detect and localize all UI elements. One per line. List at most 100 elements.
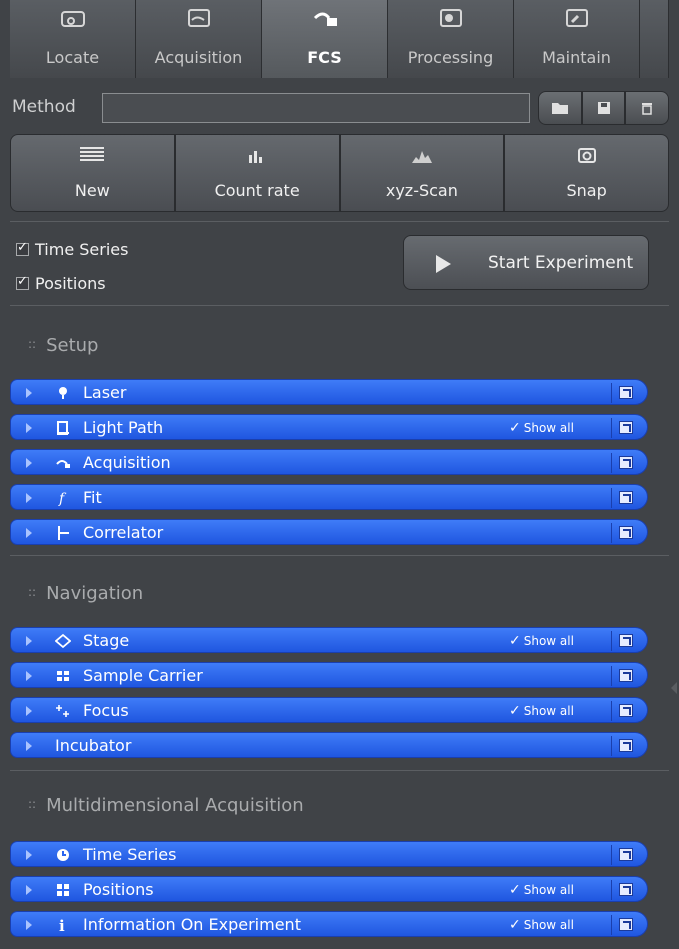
tool-row-label: Laser — [83, 383, 127, 402]
tool-row-laser[interactable]: Laser — [10, 379, 648, 405]
expand-arrow-icon[interactable] — [26, 850, 32, 860]
expand-arrow-icon[interactable] — [26, 458, 32, 468]
svg-text:f: f — [58, 491, 67, 506]
show-all-toggle[interactable]: ✓ Show all — [509, 420, 574, 436]
snap-icon — [577, 148, 596, 163]
correlator-icon — [58, 526, 69, 540]
show-all-toggle[interactable]: ✓ Show all — [509, 633, 574, 649]
row-separator — [611, 488, 612, 508]
fcs-icon — [313, 12, 337, 26]
tab-processing[interactable]: Processing — [388, 0, 514, 78]
positions-checkbox[interactable]: Positions — [16, 274, 106, 293]
show-all-toggle[interactable]: ✓ Show all — [509, 703, 574, 719]
undock-icon[interactable] — [619, 526, 633, 539]
snap-button-label: Snap — [566, 181, 607, 200]
undock-icon[interactable] — [619, 883, 633, 896]
expand-arrow-icon[interactable] — [26, 388, 32, 398]
processing-icon — [439, 9, 462, 27]
tool-row-label: Focus — [83, 701, 129, 720]
undock-icon[interactable] — [619, 634, 633, 647]
tool-row-label: Sample Carrier — [83, 666, 203, 685]
tool-row-label: Acquisition — [83, 453, 171, 472]
acquisition-row-icon — [56, 460, 70, 468]
positions-checkbox-label: Positions — [35, 274, 106, 293]
undock-icon[interactable] — [619, 848, 633, 861]
undock-icon[interactable] — [619, 456, 633, 469]
row-separator — [611, 418, 612, 438]
tab-fcs[interactable]: FCS — [262, 0, 388, 78]
undock-icon[interactable] — [619, 704, 633, 717]
tool-row-sample-carrier[interactable]: Sample Carrier — [10, 662, 648, 688]
tab-maintain[interactable]: Maintain — [514, 0, 640, 78]
undock-icon[interactable] — [619, 386, 633, 399]
open-method-button[interactable] — [538, 91, 582, 125]
tool-row-label: Light Path — [83, 418, 164, 437]
expand-arrow-icon[interactable] — [26, 741, 32, 751]
tool-row-light-path[interactable]: Light Path ✓ Show all — [10, 414, 648, 440]
tab-acquisition[interactable]: Acquisition — [136, 0, 262, 78]
tab-label: Locate — [45, 48, 100, 67]
tool-row-stage[interactable]: Stage ✓ Show all — [10, 627, 648, 653]
undock-icon[interactable] — [619, 421, 633, 434]
new-button-label: New — [74, 181, 110, 200]
tool-row-information-on-experiment[interactable]: i Information On Experiment ✓ Show all — [10, 911, 648, 937]
show-all-toggle[interactable]: ✓ Show all — [509, 882, 574, 898]
show-all-label: Show all — [523, 918, 574, 932]
undock-icon[interactable] — [619, 491, 633, 504]
row-separator — [611, 666, 612, 686]
tab-label: Acquisition — [154, 48, 243, 67]
save-method-button[interactable] — [581, 91, 626, 125]
new-button[interactable]: New — [10, 134, 175, 212]
delete-method-button[interactable] — [625, 91, 670, 125]
method-field[interactable] — [102, 93, 530, 123]
time-series-checkbox-label: Time Series — [35, 240, 129, 259]
start-experiment-button[interactable]: Start Experiment — [403, 235, 649, 290]
expand-arrow-icon[interactable] — [26, 528, 32, 538]
row-separator — [611, 736, 612, 756]
method-bar: Method — [10, 88, 670, 128]
start-experiment-label: Start Experiment — [488, 253, 634, 273]
xyz-scan-button[interactable]: xyz-Scan — [339, 134, 505, 212]
count-rate-button-label: Count rate — [214, 181, 300, 200]
checkbox-checked-icon — [16, 274, 29, 290]
snap-button[interactable]: Snap — [504, 134, 669, 212]
check-icon: ✓ — [509, 703, 521, 719]
tool-row-incubator[interactable]: Incubator — [10, 732, 648, 758]
tool-row-correlator[interactable]: Correlator — [10, 519, 648, 545]
acquisition-icon — [187, 9, 210, 27]
show-all-label: Show all — [523, 421, 574, 435]
expand-arrow-icon[interactable] — [26, 885, 32, 895]
section-setup-title: :: Setup — [28, 335, 99, 356]
show-all-toggle[interactable]: ✓ Show all — [509, 917, 574, 933]
undock-icon[interactable] — [619, 918, 633, 931]
time-series-checkbox[interactable]: Time Series — [16, 240, 128, 259]
row-separator — [611, 523, 612, 543]
expand-arrow-icon[interactable] — [26, 920, 32, 930]
undock-icon[interactable] — [619, 739, 633, 752]
save-icon — [597, 102, 610, 114]
expand-arrow-icon[interactable] — [26, 493, 32, 503]
tool-row-focus[interactable]: Focus ✓ Show all — [10, 697, 648, 723]
expand-arrow-icon[interactable] — [26, 636, 32, 646]
check-icon: ✓ — [509, 882, 521, 898]
check-icon: ✓ — [509, 917, 521, 933]
focus-icon — [56, 705, 69, 717]
tool-row-fit[interactable]: f Fit — [10, 484, 648, 510]
collapse-handle-icon[interactable] — [671, 682, 677, 694]
section-title-text: Navigation — [46, 583, 144, 604]
tool-row-label: Time Series — [83, 845, 177, 864]
expand-arrow-icon[interactable] — [26, 706, 32, 716]
grip-icon: :: — [28, 797, 37, 811]
check-icon: ✓ — [509, 633, 521, 649]
count-rate-button[interactable]: Count rate — [174, 134, 340, 212]
tool-row-acquisition[interactable]: Acquisition — [10, 449, 648, 475]
tool-row-positions[interactable]: Positions ✓ Show all — [10, 876, 648, 902]
new-icon — [80, 147, 105, 161]
undock-icon[interactable] — [619, 669, 633, 682]
tool-row-time-series[interactable]: Time Series — [10, 841, 648, 867]
tool-row-label: Information On Experiment — [83, 915, 301, 934]
tab-locate[interactable]: Locate — [10, 0, 136, 78]
method-label: Method — [12, 97, 76, 117]
expand-arrow-icon[interactable] — [26, 671, 32, 681]
expand-arrow-icon[interactable] — [26, 423, 32, 433]
